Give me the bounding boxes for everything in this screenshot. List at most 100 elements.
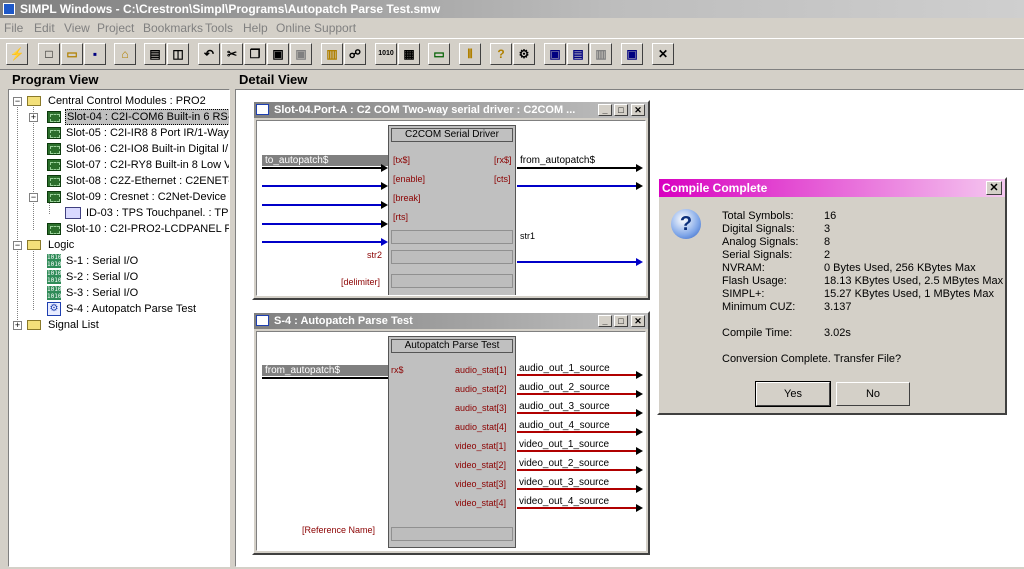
menu-help[interactable]: Help [243, 18, 268, 38]
window-title: SIMPL Windows - C:\Crestron\Simpl\Progra… [20, 2, 441, 16]
stat-value: 15.27 KBytes Used, 1 MBytes Max [824, 288, 994, 300]
dialog-caption[interactable]: Compile Complete ✕ [659, 179, 1005, 197]
window-icon[interactable]: ▣ [621, 43, 643, 65]
monitor-icon[interactable]: ▭ [428, 43, 450, 65]
print-preview-icon[interactable]: ◫ [167, 43, 189, 65]
tree-item-central-control[interactable]: − Central Control Modules : PRO2 [9, 93, 229, 109]
serial-io-icon: 1010 1010 [47, 270, 62, 284]
collapse-icon[interactable]: − [13, 241, 22, 250]
collapse-icon[interactable]: − [29, 193, 38, 202]
tree-item-label: S-1 : Serial I/O [66, 255, 139, 267]
collapse-icon[interactable]: − [13, 97, 22, 106]
menu-online-support[interactable]: Online Support [276, 18, 356, 38]
minimize-icon[interactable]: _ [598, 104, 612, 116]
signal-audio-out-3[interactable]: audio_out_3_source [519, 401, 610, 412]
open-icon[interactable]: ▭ [61, 43, 83, 65]
configure-icon[interactable]: ▥ [321, 43, 343, 65]
com-canvas: C2COM Serial Driver [tx$] [enable] [brea… [256, 120, 646, 296]
com-window-caption[interactable]: Slot-04.Port-A : C2 COM Two-way serial d… [254, 102, 648, 118]
menu-view[interactable]: View [64, 18, 90, 38]
network-icon[interactable]: ☍ [344, 43, 366, 65]
tree-item-slot-04[interactable]: + Slot-04 : C2I-COM6 Built-in 6 RS-232 [9, 109, 229, 125]
tree-item-label: ID-03 : TPS Touchpanel. : TPS [86, 207, 230, 219]
tree-item-s-3[interactable]: 1010 1010 S-3 : Serial I/O [9, 285, 229, 301]
menu-bookmarks[interactable]: Bookmarks [143, 18, 203, 38]
close-icon[interactable]: ✕ [652, 43, 674, 65]
tree-item-s-4[interactable]: ⚙ S-4 : Autopatch Parse Test [9, 301, 229, 317]
signal-audio-out-1[interactable]: audio_out_1_source [519, 363, 610, 374]
maximize-icon[interactable]: □ [614, 315, 628, 327]
signal-video-out-3[interactable]: video_out_3_source [519, 477, 609, 488]
signal-video-out-2[interactable]: video_out_2_source [519, 458, 609, 469]
minimize-icon[interactable]: _ [598, 315, 612, 327]
tree-item-slot-05[interactable]: Slot-05 : C2I-IR8 8 Port IR/1-Way [9, 125, 229, 141]
touchpanel-icon [65, 207, 81, 219]
close-icon[interactable]: ✕ [986, 181, 1002, 195]
pin-delimiter: [delimiter] [341, 277, 381, 287]
menu-edit[interactable]: Edit [34, 18, 55, 38]
pin-video-stat-2: video_stat[2] [455, 460, 507, 470]
tree-item-slot-10[interactable]: Slot-10 : C2I-PRO2-LCDPANEL Pro [9, 221, 229, 237]
parse-window-caption[interactable]: S-4 : Autopatch Parse Test _ □ ✕ [254, 313, 648, 329]
copy-icon[interactable]: ❐ [244, 43, 266, 65]
compile-icon[interactable]: ⚡ [6, 43, 28, 65]
signal-from-autopatch[interactable]: from_autopatch$ [262, 365, 388, 376]
tree-item-label: Slot-07 : C2I-RY8 Built-in 8 Low Vo [66, 159, 230, 171]
undo-icon[interactable]: ↶ [198, 43, 220, 65]
io-icon[interactable]: 1010 [375, 43, 397, 65]
tree-item-id-03[interactable]: ID-03 : TPS Touchpanel. : TPS [9, 205, 229, 221]
close-icon[interactable]: ✕ [631, 315, 645, 327]
paste-special-icon[interactable]: ▣ [290, 43, 312, 65]
maximize-icon[interactable]: □ [614, 104, 628, 116]
cut-icon[interactable]: ✂ [221, 43, 243, 65]
no-button[interactable]: No [836, 382, 910, 406]
tree-item-signal-list[interactable]: + Signal List [9, 317, 229, 333]
simpl-windows-app: SIMPL Windows - C:\Crestron\Simpl\Progra… [0, 0, 1024, 569]
c2com-symbol[interactable]: C2COM Serial Driver [388, 125, 516, 295]
menu-tools[interactable]: Tools [205, 18, 233, 38]
yes-button[interactable]: Yes [755, 381, 831, 407]
print-icon[interactable]: ▤ [144, 43, 166, 65]
tree-item-slot-06[interactable]: Slot-06 : C2I-IO8 Built-in Digital I/ [9, 141, 229, 157]
lock-icon[interactable]: ⌂ [114, 43, 136, 65]
expand-icon[interactable]: + [29, 113, 38, 122]
card-icon [47, 143, 61, 155]
pin-cts: [cts] [494, 174, 511, 184]
pin-video-stat-1: video_stat[1] [455, 441, 507, 451]
tile-vertical-icon[interactable]: ▥ [590, 43, 612, 65]
paste-icon[interactable]: ▣ [267, 43, 289, 65]
menu-file[interactable]: File [4, 18, 23, 38]
help-icon[interactable]: ? [490, 43, 512, 65]
signal-video-out-4[interactable]: video_out_4_source [519, 496, 609, 507]
folder-icon [27, 96, 41, 106]
card-icon [47, 223, 61, 235]
tree-item-label: S-3 : Serial I/O [66, 287, 139, 299]
stat-label: SIMPL+: [722, 288, 765, 300]
stat-value: 0 Bytes Used, 256 KBytes Max [824, 262, 976, 274]
tree-item-slot-08[interactable]: Slot-08 : C2Z-Ethernet : C2ENET- [9, 173, 229, 189]
tile-horizontal-icon[interactable]: ▤ [567, 43, 589, 65]
tree-item-logic[interactable]: − Logic [9, 237, 229, 253]
pin-break: [break] [393, 193, 421, 203]
save-icon[interactable]: ▪ [84, 43, 106, 65]
tree-item-s-2[interactable]: 1010 1010 S-2 : Serial I/O [9, 269, 229, 285]
signal-audio-out-4[interactable]: audio_out_4_source [519, 420, 610, 431]
close-icon[interactable]: ✕ [631, 104, 645, 116]
tree-item-slot-09[interactable]: − Slot-09 : Cresnet : C2Net-Device [9, 189, 229, 205]
keypad-icon[interactable]: ▦ [398, 43, 420, 65]
menu-project[interactable]: Project [97, 18, 134, 38]
signal-to-autopatch[interactable]: to_autopatch$ [262, 155, 388, 166]
card-icon [47, 127, 61, 139]
tree-item-s-1[interactable]: 1010 1010 S-1 : Serial I/O [9, 253, 229, 269]
tree-item-slot-07[interactable]: Slot-07 : C2I-RY8 Built-in 8 Low Vo [9, 157, 229, 173]
device-icon[interactable]: ⫴ [459, 43, 481, 65]
signal-audio-out-2[interactable]: audio_out_2_source [519, 382, 610, 393]
tile-icon[interactable]: ▣ [544, 43, 566, 65]
new-icon[interactable]: □ [38, 43, 60, 65]
signal-from-autopatch[interactable]: from_autopatch$ [520, 155, 595, 166]
stat-value: 2 [824, 249, 831, 261]
whats-this-icon[interactable]: ⚙ [513, 43, 535, 65]
signal-video-out-1[interactable]: video_out_1_source [519, 439, 609, 450]
expand-icon[interactable]: + [13, 321, 22, 330]
pin-str2: str2 [367, 250, 383, 260]
